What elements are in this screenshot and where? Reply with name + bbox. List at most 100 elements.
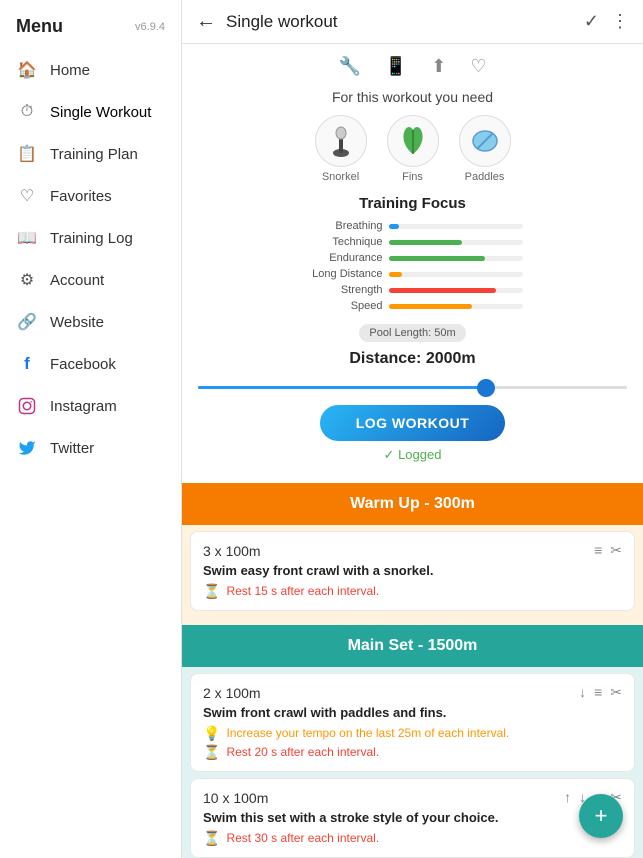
heart-icon: ♡ xyxy=(16,185,38,207)
card-description: Swim easy front crawl with a snorkel. xyxy=(203,563,622,578)
focus-breathing: Breathing xyxy=(303,220,523,232)
app-version: v6.9.4 xyxy=(135,21,165,33)
sidebar-item-single-workout[interactable]: ⏱ Single Workout xyxy=(0,91,181,133)
phone-icon[interactable]: 📱 xyxy=(385,56,407,77)
main-set-section: Main Set - 1500m 2 x 100m ↓ ≡ ✂ Swim fro… xyxy=(182,625,643,858)
card-1-description: Swim front crawl with paddles and fins. xyxy=(203,705,622,720)
log-workout-button[interactable]: LOG WORKOUT xyxy=(320,405,506,441)
pool-length-section: Pool Length: 50m xyxy=(198,324,627,342)
sidebar-title: Menu xyxy=(16,16,63,37)
equipment-fins: Fins xyxy=(387,115,439,183)
main-content: ← Single workout ✓ ⋮ 🔧 📱 ⬆ ♡ For this wo… xyxy=(182,0,643,858)
rest-text: Rest 30 s after each interval. xyxy=(226,831,379,845)
equipment-snorkel: Snorkel xyxy=(315,115,367,183)
main-set-card-1: 2 x 100m ↓ ≡ ✂ Swim front crawl with pad… xyxy=(190,673,635,772)
favorite-icon[interactable]: ♡ xyxy=(470,56,486,77)
focus-endurance-label: Endurance xyxy=(303,252,383,264)
edit-icon[interactable]: ✂ xyxy=(610,542,622,559)
training-focus-title: Training Focus xyxy=(198,195,627,212)
focus-bars: Breathing Technique Endurance xyxy=(303,220,523,312)
fins-label: Fins xyxy=(402,171,423,183)
card-1-icons: ↓ ≡ ✂ xyxy=(579,684,622,701)
card-2-rest: ⏳ Rest 30 s after each interval. xyxy=(203,831,622,847)
sidebar-item-instagram[interactable]: Instagram xyxy=(0,385,181,427)
hourglass-icon: ⏳ xyxy=(203,583,220,600)
lightbulb-icon: 💡 xyxy=(203,725,220,742)
warm-up-section: Warm Up - 300m 3 x 100m ≡ ✂ Swim easy fr… xyxy=(182,483,643,625)
distance-value: Distance: 2000m xyxy=(198,350,627,368)
move-down-icon[interactable]: ↓ xyxy=(579,684,586,701)
sidebar-item-home[interactable]: 🏠 Home xyxy=(0,49,181,91)
topbar-actions: ✓ ⋮ xyxy=(584,11,629,32)
twitter-icon xyxy=(16,437,38,459)
sidebar-item-training-plan[interactable]: 📋 Training Plan xyxy=(0,133,181,175)
workout-header: 🔧 📱 ⬆ ♡ For this workout you need xyxy=(182,44,643,483)
focus-strength-label: Strength xyxy=(303,284,383,296)
clipboard-icon: 📋 xyxy=(16,143,38,165)
focus-strength-bar xyxy=(389,288,523,293)
more-menu-button[interactable]: ⋮ xyxy=(611,11,629,32)
reorder-icon[interactable]: ≡ xyxy=(594,684,602,701)
focus-breathing-label: Breathing xyxy=(303,220,383,232)
sidebar-label-account: Account xyxy=(50,272,104,289)
focus-long-distance-label: Long Distance xyxy=(303,268,383,280)
focus-technique: Technique xyxy=(303,236,523,248)
sidebar-label-twitter: Twitter xyxy=(50,440,94,457)
focus-technique-label: Technique xyxy=(303,236,383,248)
focus-speed-label: Speed xyxy=(303,300,383,312)
equipment-paddles: Paddles xyxy=(459,115,511,183)
stopwatch-icon: ⏱ xyxy=(16,101,38,123)
move-up-icon[interactable]: ↑ xyxy=(564,789,571,806)
warm-up-header: Warm Up - 300m xyxy=(182,483,643,525)
paddles-label: Paddles xyxy=(465,171,505,183)
focus-speed-bar xyxy=(389,304,523,309)
card-reps: 3 x 100m xyxy=(203,543,261,559)
focus-long-distance-bar xyxy=(389,272,523,277)
sidebar-item-facebook[interactable]: f Facebook xyxy=(0,343,181,385)
focus-strength: Strength xyxy=(303,284,523,296)
equipment-title: For this workout you need xyxy=(198,89,627,105)
snorkel-label: Snorkel xyxy=(322,171,359,183)
sidebar-item-website[interactable]: 🔗 Website xyxy=(0,301,181,343)
focus-endurance-bar xyxy=(389,256,523,261)
sidebar-label-website: Website xyxy=(50,314,104,331)
instagram-icon xyxy=(16,395,38,417)
card-1-reps: 2 x 100m xyxy=(203,685,261,701)
content-scroll[interactable]: 🔧 📱 ⬆ ♡ For this workout you need xyxy=(182,44,643,858)
share-icon[interactable]: ⬆ xyxy=(431,56,446,77)
sidebar-item-favorites[interactable]: ♡ Favorites xyxy=(0,175,181,217)
sidebar-item-twitter[interactable]: Twitter xyxy=(0,427,181,469)
main-set-header: Main Set - 1500m xyxy=(182,625,643,667)
topbar: ← Single workout ✓ ⋮ xyxy=(182,0,643,44)
sidebar-label-home: Home xyxy=(50,62,90,79)
card-1-header: 2 x 100m ↓ ≡ ✂ xyxy=(203,684,622,701)
distance-slider[interactable] xyxy=(198,386,627,389)
focus-endurance: Endurance xyxy=(303,252,523,264)
sidebar-label-training-log: Training Log xyxy=(50,230,133,247)
back-button[interactable]: ← xyxy=(196,10,216,33)
reorder-icon[interactable]: ≡ xyxy=(594,542,602,559)
sidebar-label-favorites: Favorites xyxy=(50,188,112,205)
hourglass-icon: ⏳ xyxy=(203,830,220,847)
workout-action-icons: 🔧 📱 ⬆ ♡ xyxy=(198,56,627,77)
sidebar-item-training-log[interactable]: 📖 Training Log xyxy=(0,217,181,259)
sidebar-item-account[interactable]: ⚙ Account xyxy=(0,259,181,301)
rest-text: Rest 15 s after each interval. xyxy=(226,584,379,598)
sidebar: Menu v6.9.4 🏠 Home ⏱ Single Workout 📋 Tr… xyxy=(0,0,182,858)
card-header: 3 x 100m ≡ ✂ xyxy=(203,542,622,559)
edit-icon[interactable]: ✂ xyxy=(610,684,622,701)
sidebar-label-training-plan: Training Plan xyxy=(50,146,138,163)
check-button[interactable]: ✓ xyxy=(584,11,599,32)
fins-icon xyxy=(387,115,439,167)
hourglass-icon: ⏳ xyxy=(203,744,220,761)
settings-icon[interactable]: 🔧 xyxy=(338,56,360,77)
training-focus: Training Focus Breathing Technique xyxy=(198,195,627,312)
equipment-items: Snorkel Fins xyxy=(198,115,627,183)
card-note-rest: ⏳ Rest 15 s after each interval. xyxy=(203,584,622,600)
sidebar-label-facebook: Facebook xyxy=(50,356,116,373)
home-icon: 🏠 xyxy=(16,59,38,81)
snorkel-icon xyxy=(315,115,367,167)
facebook-icon: f xyxy=(16,353,38,375)
fab-button[interactable]: + xyxy=(579,794,623,838)
pool-length-badge: Pool Length: 50m xyxy=(359,324,465,342)
